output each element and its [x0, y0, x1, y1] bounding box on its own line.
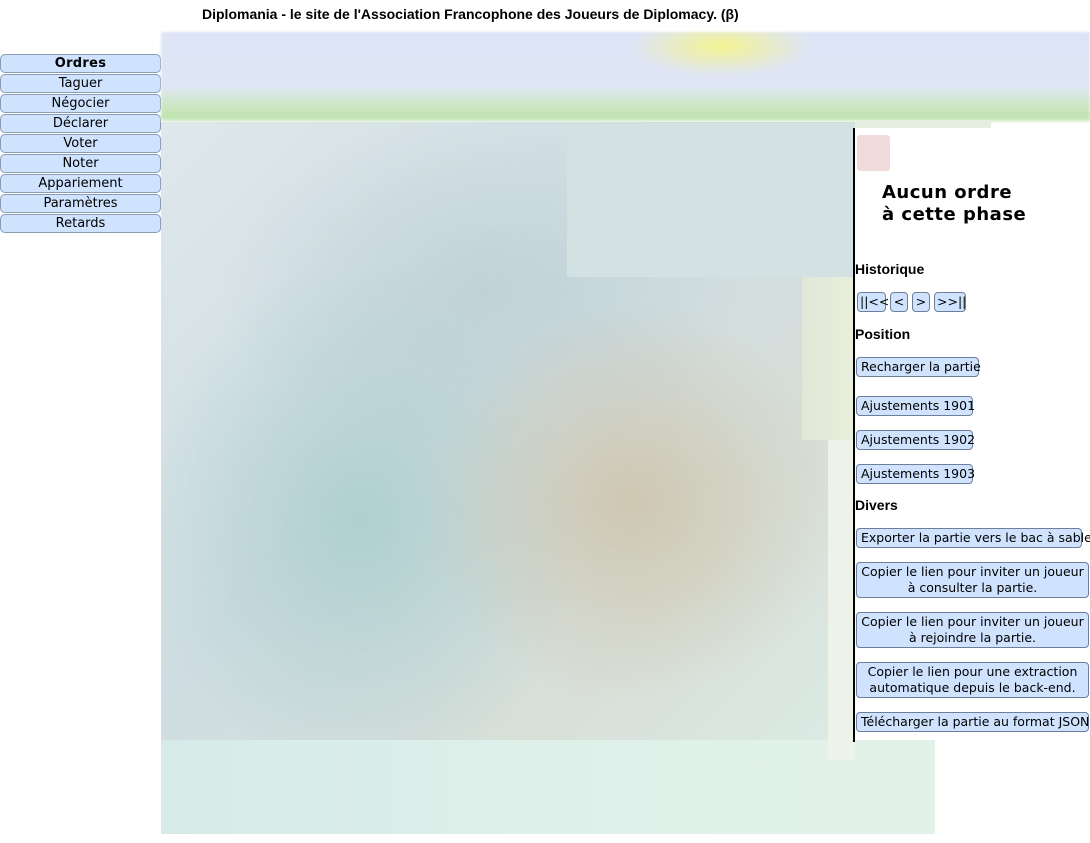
menu-item-declarer[interactable]: Déclarer	[0, 114, 161, 133]
history-prev-button[interactable]: <	[890, 292, 908, 312]
position-title: Position	[855, 326, 911, 342]
map-strip	[802, 277, 855, 440]
no-orders-message: Aucun ordre à cette phase	[882, 182, 1027, 225]
sidebar-top-shadow	[855, 120, 991, 128]
adjustments-1901-button[interactable]: Ajustements 1901	[856, 396, 975, 416]
menu-item-negocier[interactable]: Négocier	[0, 94, 161, 113]
flag-icon	[857, 135, 890, 171]
copy-invite-join-link-button[interactable]: Copier le lien pour inviter un joueur à …	[856, 612, 1089, 648]
menu-item-appariement[interactable]: Appariement	[0, 174, 161, 193]
export-sandbox-button[interactable]: Exporter la partie vers le bac à sable	[856, 528, 1090, 548]
site-banner	[161, 32, 1090, 122]
misc-title: Divers	[855, 497, 898, 513]
map-strip-lower	[828, 440, 855, 760]
menu-item-parametres[interactable]: Paramètres	[0, 194, 161, 213]
history-next-button[interactable]: >	[912, 292, 930, 312]
history-title: Historique	[855, 261, 925, 277]
menu-item-ordres[interactable]: Ordres	[0, 54, 161, 73]
main-menu: Ordres Taguer Négocier Déclarer Voter No…	[0, 54, 161, 234]
page-title: Diplomania - le site de l'Association Fr…	[202, 6, 739, 22]
game-map-lower	[161, 740, 935, 834]
reload-game-button[interactable]: Recharger la partie	[856, 357, 981, 377]
copy-backend-link-button[interactable]: Copier le lien pour une extraction autom…	[856, 662, 1089, 698]
map-inset	[567, 123, 855, 277]
menu-item-noter[interactable]: Noter	[0, 154, 161, 173]
download-json-button[interactable]: Télécharger la partie au format JSON	[856, 712, 1089, 732]
history-first-button[interactable]: ||<<	[857, 292, 889, 312]
history-last-button[interactable]: >>||	[934, 292, 966, 312]
menu-item-taguer[interactable]: Taguer	[0, 74, 161, 93]
adjustments-1902-button[interactable]: Ajustements 1902	[856, 430, 975, 450]
menu-item-voter[interactable]: Voter	[0, 134, 161, 153]
copy-invite-view-link-button[interactable]: Copier le lien pour inviter un joueur à …	[856, 562, 1089, 598]
menu-item-retards[interactable]: Retards	[0, 214, 161, 233]
adjustments-1903-button[interactable]: Ajustements 1903	[856, 464, 975, 484]
